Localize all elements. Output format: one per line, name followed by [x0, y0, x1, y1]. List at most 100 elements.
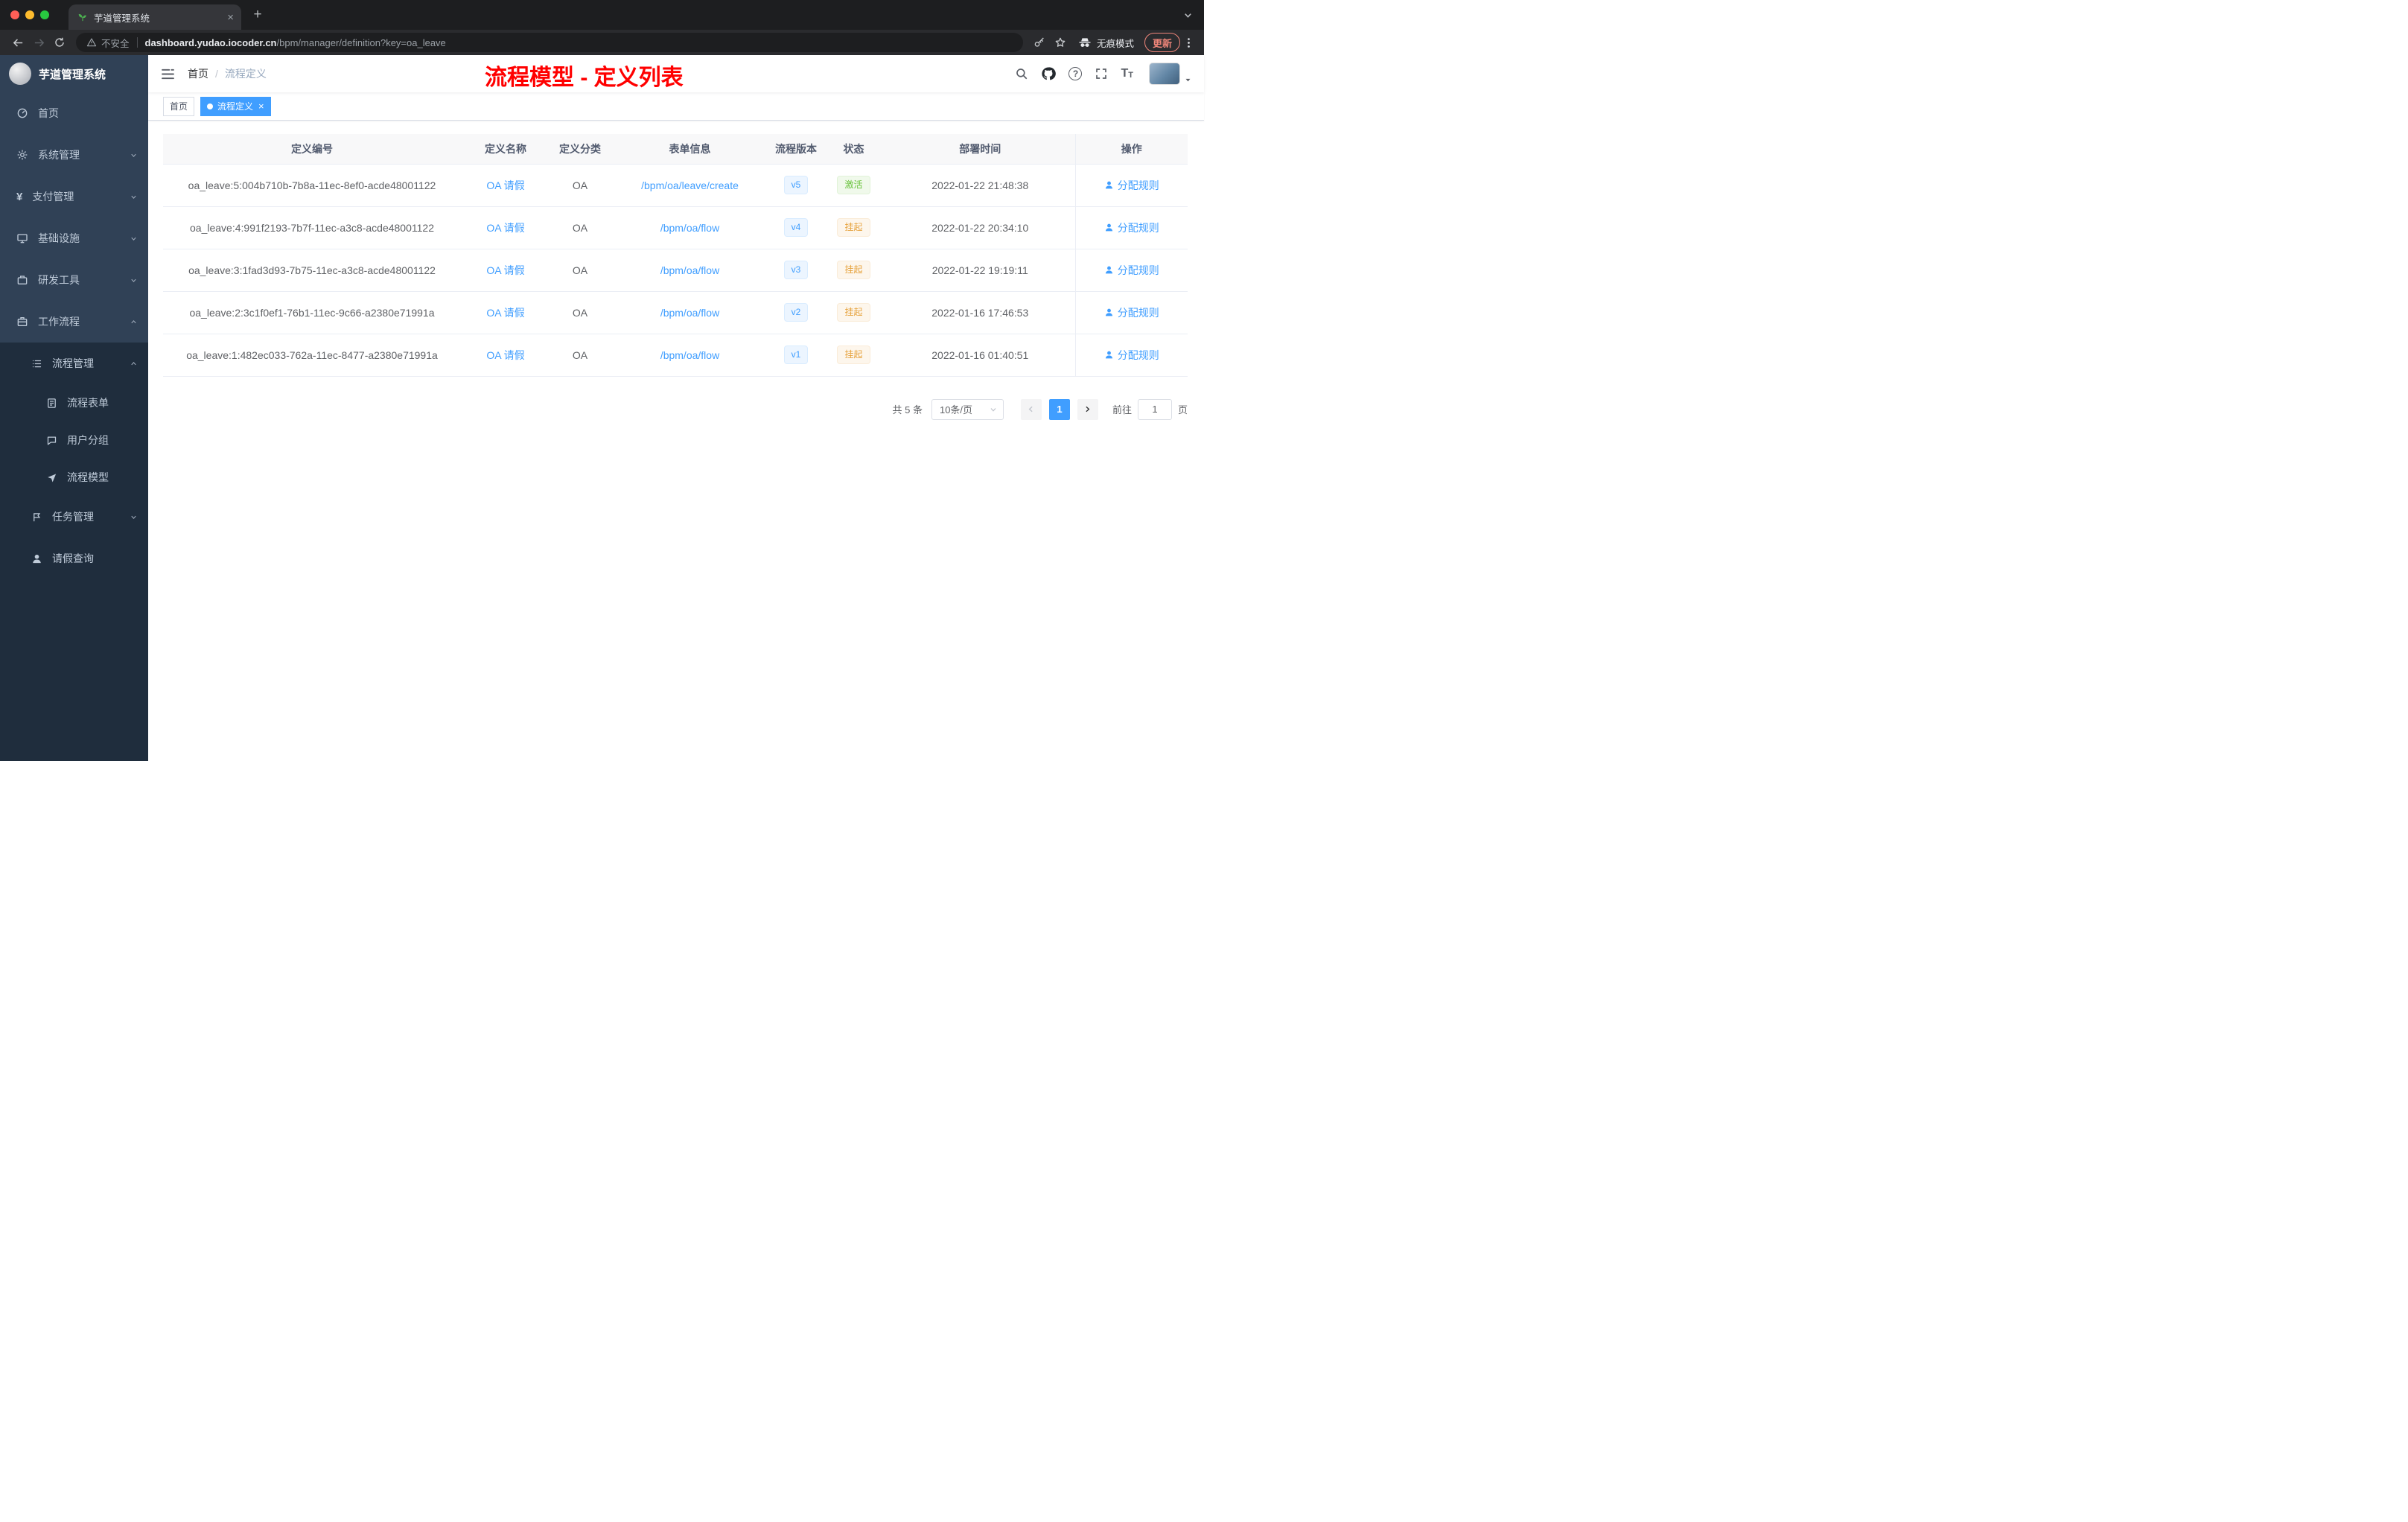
window-controls: [0, 10, 58, 19]
definition-name-link[interactable]: OA 请假: [486, 264, 524, 276]
sidebar-item-payment[interactable]: ¥ 支付管理: [0, 176, 148, 217]
chevron-up-icon: [130, 360, 138, 368]
sidebar: 芋道管理系统 首页 系统管理 ¥ 支付管理 基础设施 研发工具 工作流程 流程管…: [0, 55, 148, 761]
sidebar-item-leave-query[interactable]: 请假查询: [0, 538, 148, 579]
tag-close-icon[interactable]: ×: [258, 101, 264, 111]
current-page-button[interactable]: 1: [1048, 398, 1070, 420]
list-icon: [31, 358, 42, 369]
chevron-down-icon: [130, 235, 138, 243]
password-key-icon[interactable]: [1029, 33, 1050, 52]
cell-category: OA: [550, 291, 610, 334]
breadcrumb-current: 流程定义: [224, 68, 267, 80]
assign-rule-button[interactable]: 分配规则: [1104, 348, 1159, 363]
fullscreen-icon[interactable]: [1095, 67, 1108, 80]
navbar-actions: ? TT: [1015, 63, 1192, 85]
prev-page-button[interactable]: [1020, 398, 1042, 420]
gauge-icon: [16, 107, 28, 119]
sidebar-item-home[interactable]: 首页: [0, 92, 148, 134]
sidebar-logo: 芋道管理系统: [0, 55, 148, 92]
cell-deploy-time: 2022-01-22 21:48:38: [885, 164, 1075, 207]
user-avatar[interactable]: [1149, 63, 1192, 85]
table-row: oa_leave:3:1fad3d93-7b75-11ec-a3c8-acde4…: [163, 249, 1188, 292]
site-security-chip[interactable]: 不安全: [86, 36, 130, 50]
form-info-link[interactable]: /bpm/oa/flow: [660, 349, 719, 361]
chevron-down-icon: [130, 513, 138, 521]
form-info-link[interactable]: /bpm/oa/leave/create: [641, 179, 739, 191]
definition-name-link[interactable]: OA 请假: [486, 349, 524, 361]
definition-name-link[interactable]: OA 请假: [486, 307, 524, 319]
col-action: 操作: [1074, 134, 1188, 165]
table-row: oa_leave:2:3c1f0ef1-76b1-11ec-9c66-a2380…: [163, 291, 1188, 334]
address-bar[interactable]: 不安全 dashboard.yudao.iocoder.cn /bpm/mana…: [76, 33, 1023, 52]
sidebar-item-process-mgmt[interactable]: 流程管理: [0, 343, 148, 384]
font-size-icon[interactable]: TT: [1121, 68, 1133, 80]
window-close-button[interactable]: [10, 10, 19, 19]
sidebar-item-workflow[interactable]: 工作流程: [0, 301, 148, 343]
page-size-select[interactable]: 10条/页: [931, 398, 1004, 420]
search-icon[interactable]: [1015, 67, 1028, 80]
tab-search-icon[interactable]: [1182, 10, 1194, 21]
table-row: oa_leave:4:991f2193-7b7f-11ec-a3c8-acde4…: [163, 206, 1188, 249]
sidebar-item-devtools[interactable]: 研发工具: [0, 259, 148, 301]
sidebar-item-system[interactable]: 系统管理: [0, 134, 148, 176]
tag-process-definition[interactable]: 流程定义 ×: [200, 96, 271, 116]
tab-strip: 芋道管理系统 × +: [0, 0, 1204, 30]
cell-deploy-time: 2022-01-22 20:34:10: [885, 206, 1075, 249]
reload-icon[interactable]: [49, 33, 70, 52]
cell-deploy-time: 2022-01-16 01:40:51: [885, 334, 1075, 377]
page-annotation: 流程模型 - 定义列表: [485, 66, 684, 90]
help-icon[interactable]: ?: [1068, 67, 1083, 80]
form-info-link[interactable]: /bpm/oa/flow: [660, 222, 719, 234]
col-form-info: 表单信息: [610, 134, 770, 165]
window-zoom-button[interactable]: [40, 10, 49, 19]
sidebar-item-task-mgmt[interactable]: 任务管理: [0, 496, 148, 538]
chevron-up-icon: [130, 318, 138, 326]
caret-down-icon: [1184, 76, 1192, 84]
chevron-left-icon: [1026, 404, 1036, 414]
assign-rule-button[interactable]: 分配规则: [1104, 305, 1159, 320]
sidebar-item-user-group[interactable]: 用户分组: [0, 421, 148, 459]
col-deploy-time: 部署时间: [885, 134, 1075, 165]
cell-definition-id: oa_leave:1:482ec033-762a-11ec-8477-a2380…: [163, 334, 461, 377]
person-icon: [1104, 308, 1114, 317]
table-row: oa_leave:5:004b710b-7b8a-11ec-8ef0-acde4…: [163, 164, 1188, 207]
sidebar-item-process-model[interactable]: 流程模型: [0, 459, 148, 496]
browser-update-button[interactable]: 更新: [1144, 33, 1180, 52]
status-tag: 挂起: [837, 218, 870, 237]
col-definition-id: 定义编号: [163, 134, 461, 165]
bookmark-star-icon[interactable]: [1050, 33, 1071, 52]
sidebar-item-process-form[interactable]: 流程表单: [0, 384, 148, 421]
next-page-button[interactable]: [1077, 398, 1098, 420]
logo-avatar: [9, 63, 31, 85]
back-icon[interactable]: [7, 33, 28, 52]
assign-rule-button[interactable]: 分配规则: [1104, 263, 1159, 278]
url-host: dashboard.yudao.iocoder.cn: [144, 36, 277, 48]
form-info-link[interactable]: /bpm/oa/flow: [660, 264, 719, 276]
browser-menu-icon[interactable]: [1180, 36, 1197, 49]
new-tab-button[interactable]: +: [247, 4, 268, 25]
page-unit-label: 页: [1177, 404, 1188, 415]
status-tag: 挂起: [837, 303, 870, 322]
github-icon[interactable]: [1041, 66, 1056, 81]
cell-definition-id: oa_leave:4:991f2193-7b7f-11ec-a3c8-acde4…: [163, 206, 461, 249]
definition-name-link[interactable]: OA 请假: [486, 222, 524, 234]
tab-close-icon[interactable]: ×: [227, 12, 234, 23]
window-minimize-button[interactable]: [25, 10, 34, 19]
browser-tab[interactable]: 芋道管理系统 ×: [69, 4, 241, 30]
cell-category: OA: [550, 334, 610, 377]
tab-title: 芋道管理系统: [94, 13, 150, 24]
assign-rule-button[interactable]: 分配规则: [1104, 220, 1159, 235]
tag-home[interactable]: 首页: [163, 96, 195, 116]
flag-icon: [31, 512, 42, 523]
breadcrumb-home[interactable]: 首页: [188, 66, 208, 81]
incognito-label: 无痕模式: [1096, 38, 1134, 49]
goto-page-input[interactable]: [1137, 398, 1172, 420]
sidebar-fold-icon[interactable]: [160, 66, 176, 82]
sidebar-item-infrastructure[interactable]: 基础设施: [0, 217, 148, 259]
assign-rule-button[interactable]: 分配规则: [1104, 178, 1159, 193]
page-content: 定义编号 定义名称 定义分类 表单信息 流程版本 状态 部署时间 操作 oa_l…: [148, 121, 1204, 761]
definition-name-link[interactable]: OA 请假: [486, 179, 524, 191]
forward-icon[interactable]: [28, 33, 49, 52]
form-info-link[interactable]: /bpm/oa/flow: [660, 307, 719, 319]
active-dot: [207, 103, 214, 109]
